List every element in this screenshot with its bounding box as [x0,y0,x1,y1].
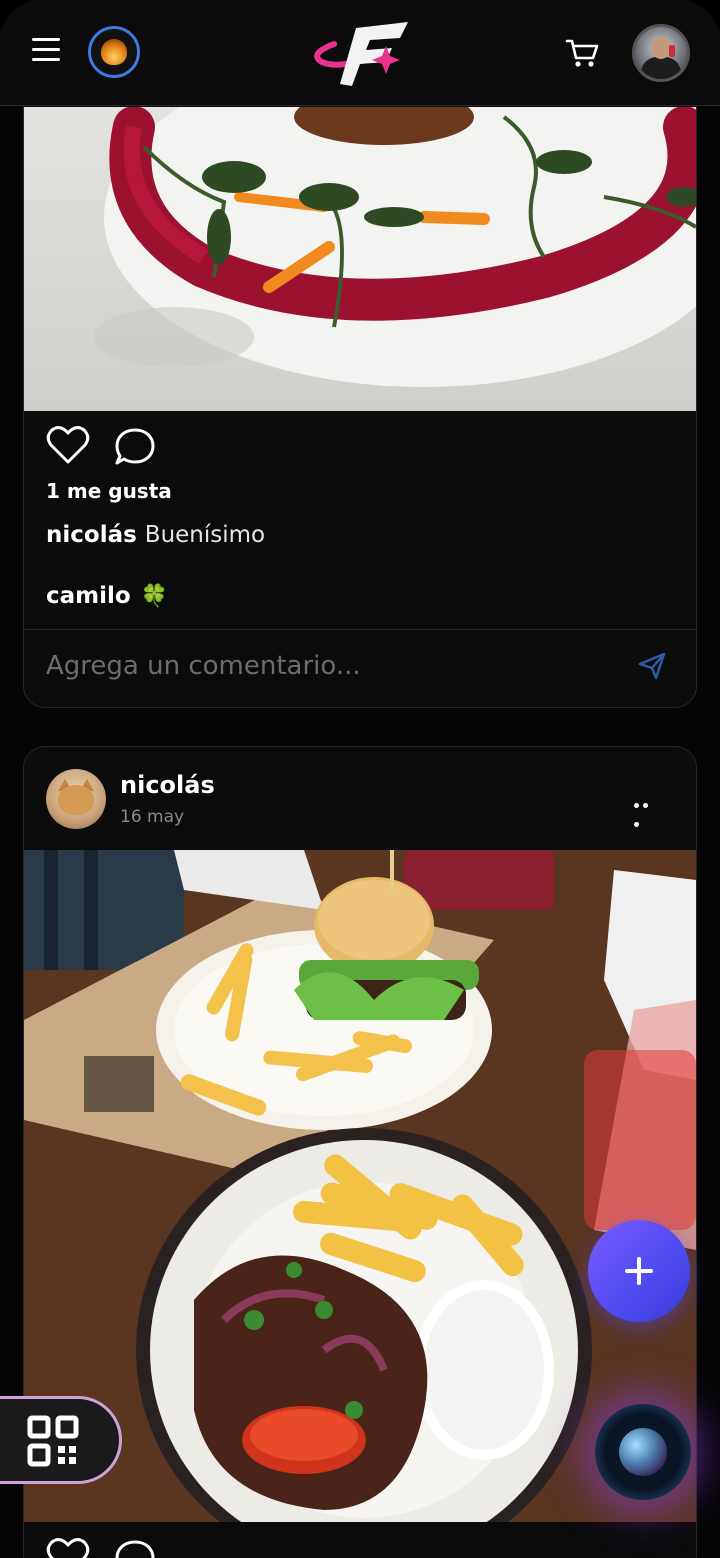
heart-icon[interactable] [46,1537,90,1558]
story-avatar[interactable] [88,26,140,78]
add-post-button[interactable] [588,1220,690,1322]
hamburger-menu-icon[interactable] [32,38,64,66]
likes-count[interactable]: 1 me gusta [46,479,172,503]
post-image[interactable] [24,107,696,411]
more-horizontal-icon[interactable] [634,793,660,827]
comment-composer [24,629,696,707]
profile-avatar[interactable] [632,24,690,82]
comment-icon[interactable] [114,1539,156,1558]
assistant-orb-icon [619,1428,667,1476]
heart-icon[interactable] [46,425,90,465]
clover-emoji: 🍀 [140,584,169,609]
author-avatar[interactable] [46,769,106,829]
assistant-orb-button[interactable] [595,1404,691,1500]
qr-code-icon [27,1415,79,1467]
app-screen: 1 me gusta nicolás Buenísimo camilo 🍀 nico… [0,0,720,1558]
send-icon[interactable] [636,650,668,682]
author-name[interactable]: nicolás [120,771,215,799]
comment-text: Buenísimo [144,522,266,548]
comment-username[interactable]: camilo [46,583,131,609]
post-date: 16 may [120,807,185,827]
comment-icon[interactable] [114,427,156,467]
post-card: nicolás 16 may [23,746,697,1558]
comment-item: nicolás Buenísimo [46,522,265,548]
comment-input[interactable] [46,646,606,686]
post-image[interactable] [24,850,696,1522]
comment-username[interactable]: nicolás [46,522,137,548]
app-logo[interactable] [300,14,420,94]
qr-code-button[interactable] [0,1396,122,1484]
shopping-cart-icon[interactable] [564,36,600,70]
flame-icon [101,39,127,65]
post-card: 1 me gusta nicolás Buenísimo camilo 🍀 [23,80,697,708]
top-bar [0,0,720,106]
comment-item: camilo 🍀 [46,583,168,609]
